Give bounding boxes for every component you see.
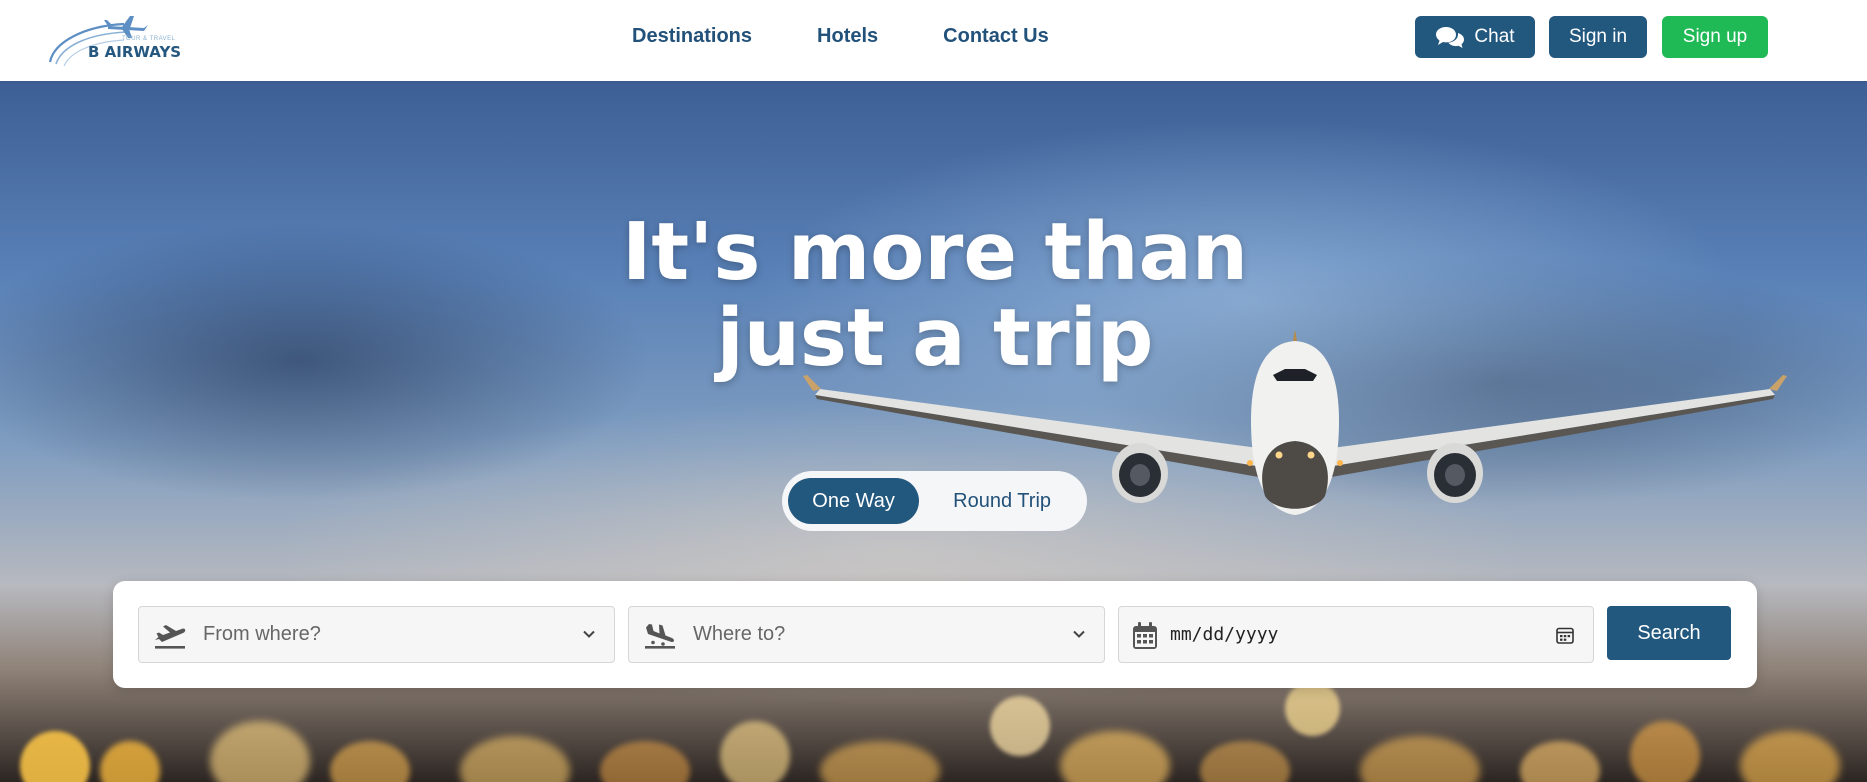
trip-option-round-trip[interactable]: Round Trip: [923, 478, 1081, 524]
brand-logo[interactable]: TOUR & TRAVEL B AIRWAYS: [44, 12, 194, 68]
sign-in-button[interactable]: Sign in: [1549, 16, 1647, 58]
where-to-placeholder: Where to?: [693, 623, 786, 645]
sign-up-button[interactable]: Sign up: [1662, 16, 1768, 58]
logo-tagline: TOUR & TRAVEL: [122, 36, 176, 42]
plane-takeoff-icon: [155, 625, 186, 649]
top-navbar: TOUR & TRAVEL B AIRWAYS Destinations Hot…: [0, 0, 1867, 81]
hero-title-line-1: It's more than: [621, 206, 1249, 298]
chevron-down-icon: [583, 630, 595, 638]
logo-brand-name: B AIRWAYS: [88, 43, 182, 61]
date-picker-icon[interactable]: [1555, 625, 1575, 645]
hero-section: It's more than just a trip One Way Round…: [0, 81, 1867, 782]
from-where-placeholder: From where?: [203, 623, 321, 645]
chevron-down-icon: [1073, 630, 1085, 638]
flight-search-card: From where? Where to? mm/dd/yyyy Search: [113, 581, 1757, 688]
trip-option-one-way[interactable]: One Way: [788, 478, 920, 524]
trip-type-toggle: One Way Round Trip: [782, 471, 1087, 531]
plane-landing-icon: [645, 624, 675, 649]
main-nav: Destinations Hotels Contact Us: [632, 25, 1049, 48]
date-placeholder: mm/dd/yyyy: [1170, 624, 1279, 645]
from-where-select[interactable]: From where?: [138, 606, 615, 663]
search-button[interactable]: Search: [1607, 606, 1731, 660]
calendar-icon: [1133, 622, 1157, 649]
nav-link-contact-us[interactable]: Contact Us: [943, 25, 1049, 48]
departure-date-input[interactable]: mm/dd/yyyy: [1118, 606, 1594, 663]
chat-button-label: Chat: [1474, 26, 1515, 47]
where-to-select[interactable]: Where to?: [628, 606, 1105, 663]
chat-button[interactable]: Chat: [1415, 16, 1535, 58]
nav-link-hotels[interactable]: Hotels: [817, 25, 878, 48]
chat-bubbles-icon: [1436, 27, 1465, 48]
nav-link-destinations[interactable]: Destinations: [632, 25, 752, 48]
